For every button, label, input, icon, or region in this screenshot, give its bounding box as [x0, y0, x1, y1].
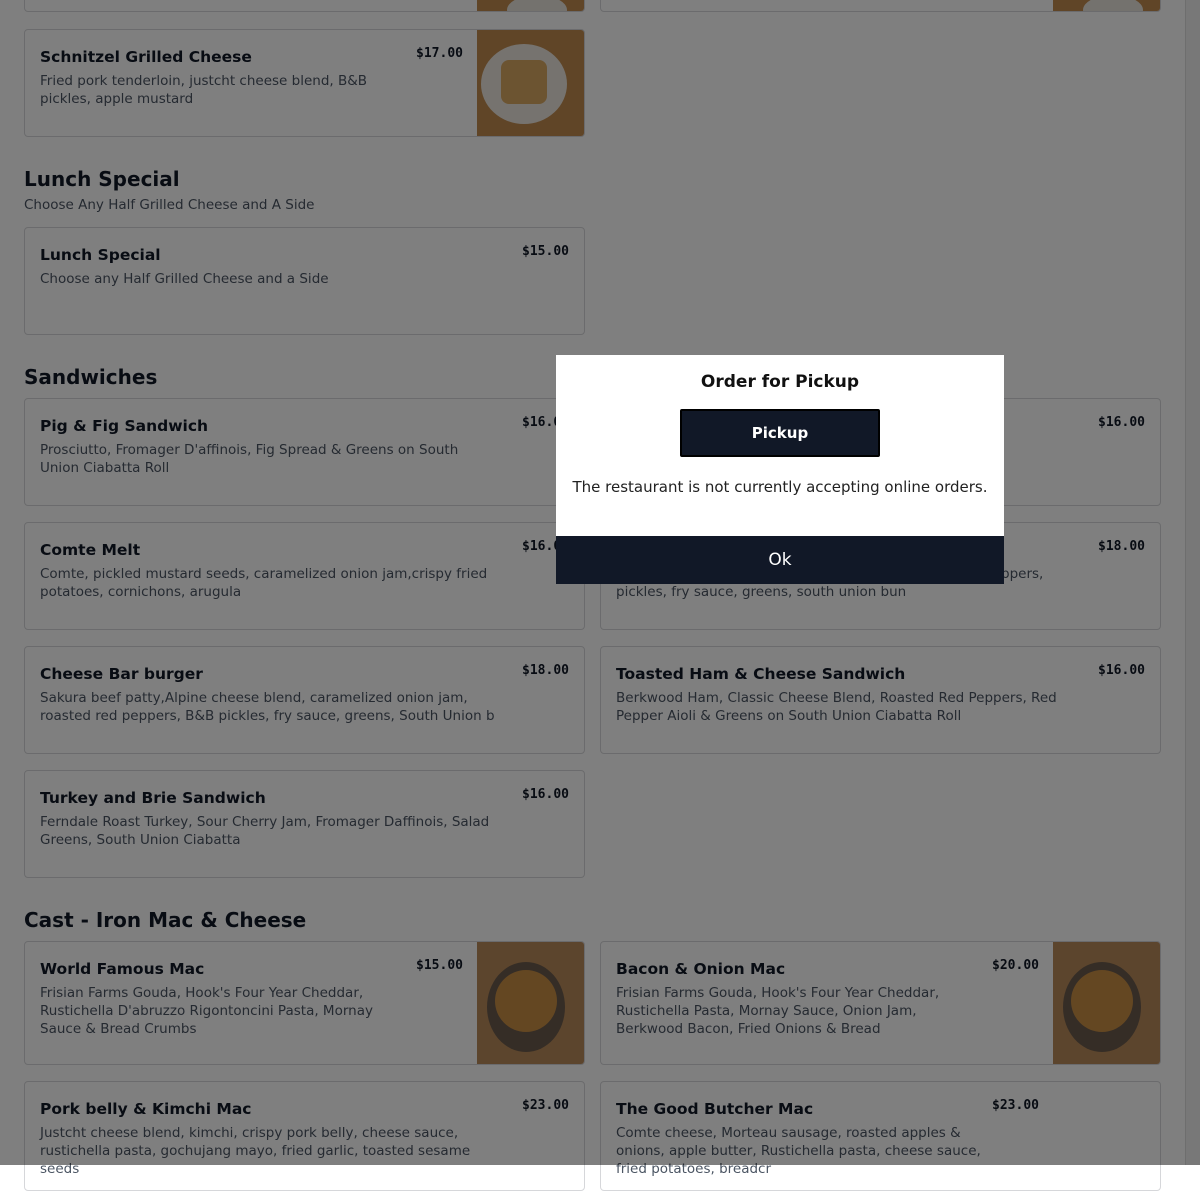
ok-button[interactable]: Ok	[556, 536, 1004, 584]
modal-message: The restaurant is not currently acceptin…	[572, 478, 988, 496]
pickup-button[interactable]: Pickup	[680, 409, 880, 457]
order-modal: Order for Pickup Pickup The restaurant i…	[556, 355, 1004, 584]
modal-title: Order for Pickup	[700, 372, 860, 392]
